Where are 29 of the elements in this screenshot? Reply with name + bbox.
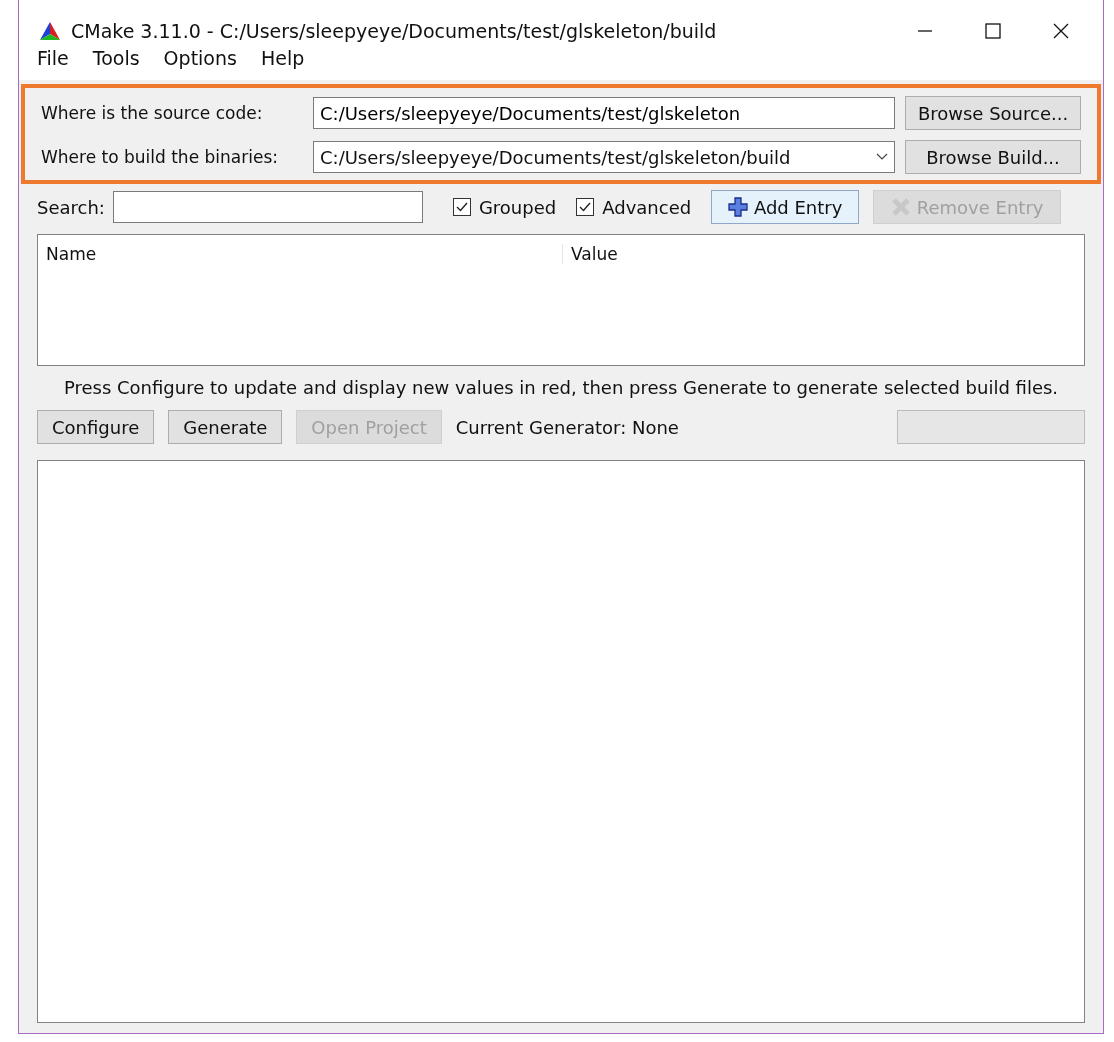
menu-item[interactable]: File xyxy=(37,47,69,69)
add-entry-button[interactable]: Add Entry xyxy=(711,190,860,224)
checkbox-label[interactable]: Grouped xyxy=(478,196,557,218)
column-header[interactable]: Value xyxy=(563,244,626,264)
column-header[interactable]: Name xyxy=(38,244,563,264)
generator-label: Current Generator: None xyxy=(455,416,680,438)
hint-text: Press Configure to update and display new values in red, then press Generate to generate selected build files. xyxy=(62,376,1060,400)
menu-item[interactable]: Help xyxy=(260,47,305,69)
maximize-icon[interactable] xyxy=(985,23,1001,39)
browse-source-button[interactable]: Browse Source... xyxy=(905,96,1081,130)
checkbox[interactable] xyxy=(452,198,471,216)
browse-build-button[interactable]: Browse Build... xyxy=(905,140,1081,174)
window-title: CMake 3.11.0 - C:/Users/sleepyeye/Documents/test/glskeleton/build xyxy=(71,20,718,42)
build-label: Where to build the binaries: xyxy=(41,147,279,167)
search-field[interactable] xyxy=(112,191,423,223)
action-button[interactable]: Configure xyxy=(37,410,155,444)
menu-item[interactable]: Options xyxy=(163,47,237,69)
build-path-dropdown[interactable]: C:/Users/sleepyeye/Documents/test/glskeleton/build xyxy=(313,141,895,173)
source-path-field[interactable]: C:/Users/sleepyeye/Documents/test/glskeleton xyxy=(313,97,895,129)
plus-icon xyxy=(727,197,748,217)
search-label: Search: xyxy=(37,196,105,218)
checkbox-label[interactable]: Advanced xyxy=(602,196,692,218)
close-icon[interactable] xyxy=(1053,23,1069,39)
checkbox[interactable] xyxy=(576,198,595,216)
dropdown-caret-icon xyxy=(876,153,888,161)
triangle-logo-icon xyxy=(39,21,61,41)
source-label: Where is the source code: xyxy=(41,103,264,123)
menu-item[interactable]: Tools xyxy=(92,47,140,69)
action-button[interactable]: Generate xyxy=(168,410,283,444)
